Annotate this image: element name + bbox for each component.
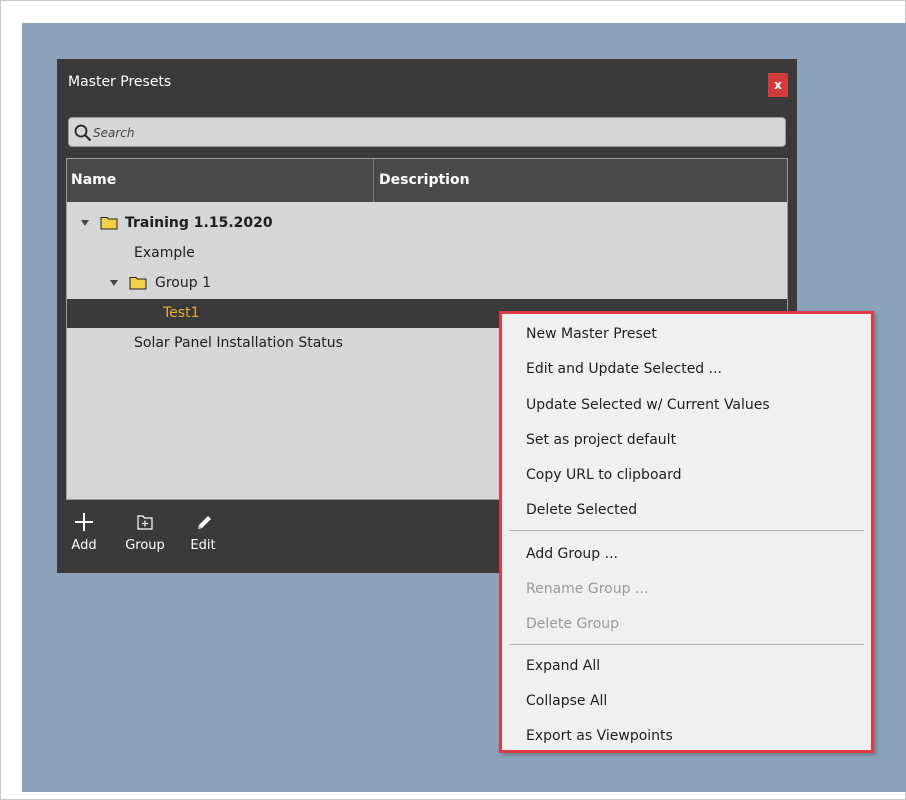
add-group-button[interactable]: Group [121, 510, 169, 553]
expand-arrow-icon[interactable] [81, 220, 89, 226]
tree-row-training[interactable]: Training 1.15.2020 [67, 209, 787, 238]
title-bar[interactable]: Master Presets x [57, 59, 797, 109]
search-icon [74, 124, 92, 142]
tree-item-label: Solar Panel Installation Status [134, 335, 343, 351]
column-divider[interactable] [373, 159, 374, 202]
pencil-icon [198, 516, 211, 529]
menu-item-expand-all[interactable]: Expand All [526, 658, 600, 674]
menu-separator [509, 644, 864, 645]
tree-item-label: Training 1.15.2020 [125, 215, 273, 231]
add-button[interactable]: Add [69, 510, 99, 553]
search-box[interactable] [68, 117, 786, 147]
menu-item-collapse-all[interactable]: Collapse All [526, 693, 607, 709]
menu-item-edit-and-update-selected[interactable]: Edit and Update Selected ... [526, 361, 722, 377]
tree-item-label: Test1 [163, 305, 200, 321]
menu-item-new-master-preset[interactable]: New Master Preset [526, 326, 657, 342]
add-label: Add [71, 538, 97, 553]
menu-item-delete-selected[interactable]: Delete Selected [526, 502, 637, 518]
menu-separator [509, 530, 864, 531]
tree-item-label: Example [134, 245, 195, 261]
edit-label: Edit [190, 538, 216, 553]
menu-item-add-group[interactable]: Add Group ... [526, 546, 618, 562]
folder-icon [129, 277, 147, 290]
menu-item-export-as-viewpoints[interactable]: Export as Viewpoints [526, 728, 673, 744]
menu-item-delete-group: Delete Group [526, 616, 620, 632]
column-header-name[interactable]: Name [71, 172, 116, 188]
context-menu: New Master Preset Edit and Update Select… [499, 311, 874, 753]
tree-row-example[interactable]: Example [67, 239, 787, 268]
expand-arrow-icon[interactable] [110, 280, 118, 286]
column-header-description[interactable]: Description [379, 172, 470, 188]
group-label: Group [125, 538, 165, 553]
search-input[interactable] [91, 122, 775, 144]
menu-item-update-selected-current-values[interactable]: Update Selected w/ Current Values [526, 397, 770, 413]
edit-button[interactable]: Edit [187, 510, 219, 553]
tree-item-label: Group 1 [155, 275, 211, 291]
close-button[interactable]: x [768, 73, 788, 97]
menu-item-copy-url[interactable]: Copy URL to clipboard [526, 467, 681, 483]
folder-icon [100, 217, 118, 230]
menu-item-set-as-project-default[interactable]: Set as project default [526, 432, 676, 448]
tree-row-group-1[interactable]: Group 1 [67, 269, 787, 298]
menu-item-rename-group: Rename Group ... [526, 581, 649, 597]
column-header: Name Description [67, 159, 787, 202]
plus-icon [75, 513, 93, 531]
folder-add-icon [137, 515, 153, 530]
panel-title: Master Presets [68, 74, 172, 90]
